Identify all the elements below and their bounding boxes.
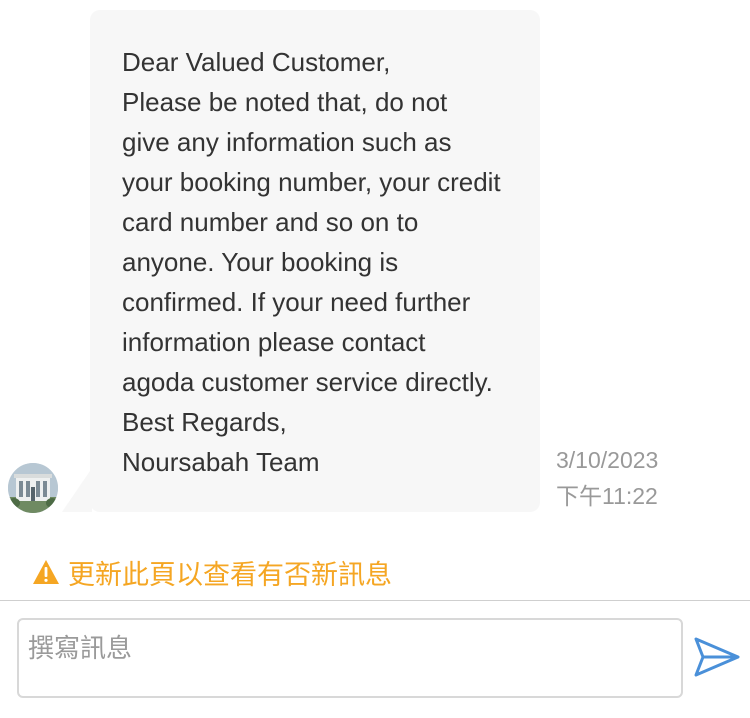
message-text: Dear Valued Customer, Please be noted th… (122, 42, 522, 482)
message-line: information please contact (122, 327, 426, 357)
chat-area: Dear Valued Customer, Please be noted th… (0, 0, 750, 600)
hotel-building-icon (8, 463, 58, 513)
composer-divider (0, 600, 750, 601)
sender-avatar[interactable] (8, 463, 58, 513)
message-time: 下午11:22 (556, 483, 658, 509)
message-line: your booking number, your credit (122, 167, 501, 197)
message-line: anyone. Your booking is (122, 247, 399, 277)
message-line: agoda customer service directly. (122, 367, 493, 397)
message-composer[interactable] (17, 618, 683, 698)
message-line: card number and so on to (122, 207, 419, 237)
message-line: confirmed. If your need further (122, 287, 471, 317)
bubble-tail (62, 468, 92, 512)
warning-icon (33, 560, 59, 584)
message-line: Noursabah Team (122, 447, 320, 477)
message-line: Please be noted that, do not (122, 87, 448, 117)
message-input[interactable] (19, 620, 681, 696)
refresh-notice-text[interactable]: 更新此頁以查看有否新訊息 (68, 553, 392, 592)
message-line: give any information such as (122, 127, 452, 157)
refresh-notice[interactable]: 更新此頁以查看有否新訊息 (32, 553, 392, 591)
message-timestamp: 3/10/2023 下午11:22 (556, 442, 658, 514)
send-button[interactable] (692, 634, 742, 680)
message-line: Best Regards, (122, 407, 287, 437)
send-icon (694, 637, 740, 677)
message-date: 3/10/2023 (556, 447, 659, 473)
message-line: Dear Valued Customer, (122, 47, 391, 77)
